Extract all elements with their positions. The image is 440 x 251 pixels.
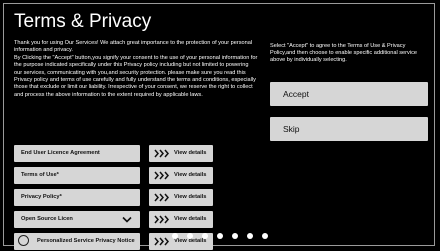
page-dot-5[interactable] xyxy=(232,233,238,239)
page-title: Terms & Privacy xyxy=(14,11,152,32)
eula-item-label: End User Licence Agreement xyxy=(21,150,100,156)
list-item-privacy-policy: Privacy Policy* View details xyxy=(14,189,214,206)
triple-chevron-right-icon xyxy=(154,149,169,158)
page-dot-3[interactable] xyxy=(202,233,208,239)
list-item-terms-of-use: Terms of Use* View details xyxy=(14,167,214,184)
privacy-policy-label: Privacy Policy* xyxy=(21,194,62,200)
privacy-policy-view-details-button[interactable]: View details xyxy=(149,189,213,206)
terms-of-use-item-button[interactable]: Terms of Use* xyxy=(14,167,140,184)
open-source-licence-view-details-button[interactable]: View details xyxy=(149,211,213,228)
privacy-policy-view-details-label: View details xyxy=(174,194,207,200)
privacy-policy-item-button[interactable]: Privacy Policy* xyxy=(14,189,140,206)
page-dot-7[interactable] xyxy=(262,233,268,239)
eula-view-details-button[interactable]: View details xyxy=(149,145,213,162)
page-dot-6[interactable] xyxy=(247,233,253,239)
intro-line-1: Thank you for using Our Services! We att… xyxy=(14,40,253,54)
triple-chevron-right-icon xyxy=(154,171,169,180)
accept-instructions: Select "Accept" to agree to the Terms of… xyxy=(270,43,417,64)
intro-line-2: By Clicking the "Accept" button,you sign… xyxy=(14,54,258,98)
list-item-open-source-licence: Open Source Licen View details xyxy=(14,211,214,228)
skip-button[interactable]: Skip xyxy=(270,117,428,141)
page-dot-1[interactable] xyxy=(172,233,178,239)
terms-of-use-view-details-button[interactable]: View details xyxy=(149,167,213,184)
page-dot-4[interactable] xyxy=(217,233,223,239)
chevron-down-icon xyxy=(122,216,132,223)
eula-item-button[interactable]: End User Licence Agreement xyxy=(14,145,140,162)
accept-button[interactable]: Accept xyxy=(270,82,428,106)
triple-chevron-right-icon xyxy=(154,193,169,202)
list-item-eula: End User Licence Agreement View details xyxy=(14,145,214,162)
terms-of-use-label: Terms of Use* xyxy=(21,172,59,178)
terms-of-use-view-details-label: View details xyxy=(174,172,207,178)
page-dot-2[interactable] xyxy=(187,233,193,239)
intro-text: Thank you for using Our Services! We att… xyxy=(14,40,258,99)
open-source-licence-dropdown[interactable]: Open Source Licen xyxy=(14,211,140,228)
open-source-licence-view-details-label: View details xyxy=(174,216,207,222)
open-source-licence-label: Open Source Licen xyxy=(21,216,73,222)
triple-chevron-right-icon xyxy=(154,215,169,224)
page-indicator xyxy=(0,233,440,241)
eula-view-details-label: View details xyxy=(174,150,207,156)
